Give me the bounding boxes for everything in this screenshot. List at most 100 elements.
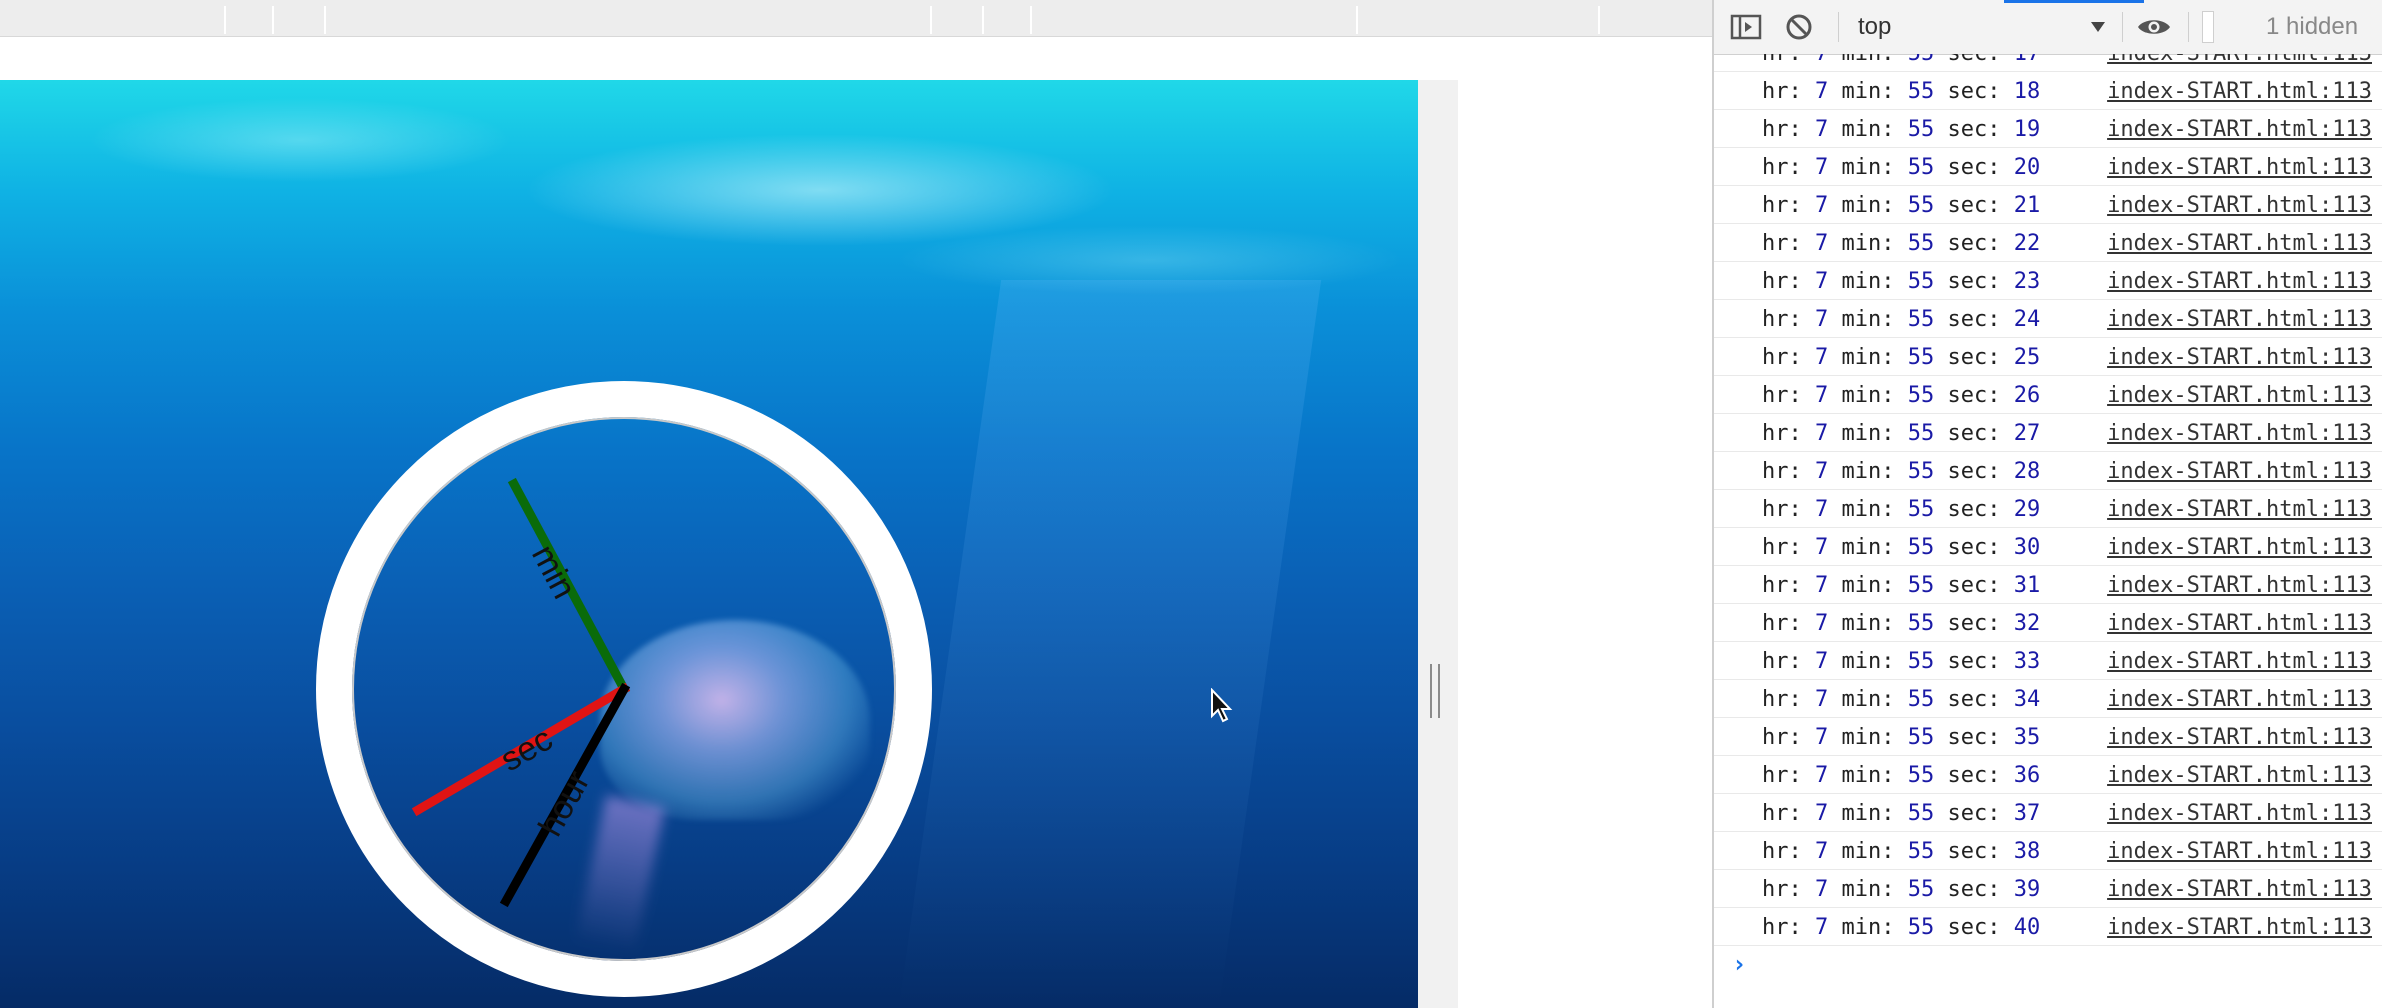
context-selector-label: top (1858, 13, 1892, 40)
minute-value: 55 (1907, 231, 1935, 256)
console-source-link[interactable]: index-START.html:113 (2107, 915, 2372, 940)
console-message: hr: 7 min: 55 sec: 28 (1762, 459, 2041, 484)
console-source-link[interactable]: index-START.html:113 (2107, 535, 2372, 560)
hour-value: 7 (1814, 307, 1829, 332)
console-message: hr: 7 min: 55 sec: 34 (1762, 687, 2041, 712)
second-value: 36 (2013, 763, 2041, 788)
console-source-link[interactable]: index-START.html:113 (2107, 877, 2372, 902)
hour-value: 7 (1814, 497, 1829, 522)
second-value: 21 (2013, 193, 2041, 218)
hour-value: 7 (1814, 421, 1829, 446)
console-row: hr: 7 min: 55 sec: 24 index-START.html:11… (1714, 300, 2382, 338)
sidebar-toggle-icon (1730, 14, 1762, 40)
minute-value: 55 (1907, 687, 1935, 712)
page-viewport: min sec hour (0, 0, 1712, 1008)
hour-value: 7 (1814, 801, 1829, 826)
second-value: 31 (2013, 573, 2041, 598)
console-source-link[interactable]: index-START.html:113 (2107, 193, 2372, 218)
hour-value: 7 (1814, 383, 1829, 408)
console-source-link[interactable]: index-START.html:113 (2107, 687, 2372, 712)
console-row: hr: 7 min: 55 sec: 36 index-START.html:11… (1714, 756, 2382, 794)
console-row: hr: 7 min: 55 sec: 40 index-START.html:11… (1714, 908, 2382, 946)
console-log[interactable]: hr: 7 min: 55 sec: 17 index-START.html:1… (1714, 54, 2382, 1008)
minute-value: 55 (1907, 801, 1935, 826)
console-row: hr: 7 min: 55 sec: 18 index-START.html:11… (1714, 72, 2382, 110)
console-source-link[interactable]: index-START.html:113 (2107, 839, 2372, 864)
devtools-panel: top 1 hidden hr: 7 min: 55 sec: 17 index… (1712, 0, 2382, 1008)
second-value: 18 (2013, 79, 2041, 104)
console-message: hr: 7 min: 55 sec: 21 (1762, 193, 2041, 218)
console-source-link[interactable]: index-START.html:113 (2107, 269, 2372, 294)
console-message: hr: 7 min: 55 sec: 38 (1762, 839, 2041, 864)
second-value: 37 (2013, 801, 2041, 826)
console-source-link[interactable]: index-START.html:113 (2107, 649, 2372, 674)
console-message: hr: 7 min: 55 sec: 33 (1762, 649, 2041, 674)
console-source-link[interactable]: index-START.html:113 (2107, 763, 2372, 788)
console-row: hr: 7 min: 55 sec: 29 index-START.html:11… (1714, 490, 2382, 528)
console-source-link[interactable]: index-START.html:113 (2107, 573, 2372, 598)
page-gutter (1418, 80, 1458, 1008)
console-message: hr: 7 min: 55 sec: 20 (1762, 155, 2041, 180)
console-source-link[interactable]: index-START.html:113 (2107, 421, 2372, 446)
second-value: 29 (2013, 497, 2041, 522)
hour-value: 7 (1814, 649, 1829, 674)
hour-value: 7 (1814, 345, 1829, 370)
console-source-link[interactable]: index-START.html:113 (2107, 801, 2372, 826)
panel-resize-handle[interactable] (1430, 664, 1440, 718)
console-message: hr: 7 min: 55 sec: 19 (1762, 117, 2041, 142)
console-message: hr: 7 min: 55 sec: 32 (1762, 611, 2041, 636)
filter-input[interactable] (2202, 0, 2214, 54)
console-toolbar: top 1 hidden (1714, 0, 2382, 55)
hour-value: 7 (1814, 269, 1829, 294)
second-value: 23 (2013, 269, 2041, 294)
console-source-link[interactable]: index-START.html:113 (2107, 79, 2372, 104)
console-source-link[interactable]: index-START.html:113 (2107, 231, 2372, 256)
dropdown-caret-icon (2091, 22, 2105, 32)
console-message: hr: 7 min: 55 sec: 17 (1762, 54, 2040, 66)
second-value: 25 (2013, 345, 2041, 370)
console-message: hr: 7 min: 55 sec: 18 (1762, 79, 2041, 104)
minute-value: 55 (1907, 421, 1935, 446)
console-source-link[interactable]: index-START.html:113 (2107, 459, 2372, 484)
console-row: hr: 7 min: 55 sec: 37 index-START.html:11… (1714, 794, 2382, 832)
minute-value: 55 (1907, 193, 1935, 218)
minute-value: 55 (1907, 117, 1935, 142)
console-source-link[interactable]: index-START.html:113 (2107, 54, 2372, 66)
context-selector[interactable]: top (1858, 0, 2106, 54)
console-source-link[interactable]: index-START.html:113 (2107, 155, 2372, 180)
console-message: hr: 7 min: 55 sec: 39 (1762, 877, 2041, 902)
console-source-link[interactable]: index-START.html:113 (2107, 307, 2372, 332)
console-row: hr: 7 min: 55 sec: 28 index-START.html:11… (1714, 452, 2382, 490)
hour-value: 7 (1814, 193, 1829, 218)
clear-console-icon (1786, 14, 1812, 40)
console-message: hr: 7 min: 55 sec: 36 (1762, 763, 2041, 788)
console-message: hr: 7 min: 55 sec: 35 (1762, 725, 2041, 750)
minute-value: 55 (1907, 459, 1935, 484)
clear-console-button[interactable] (1784, 0, 1814, 54)
console-source-link[interactable]: index-START.html:113 (2107, 117, 2372, 142)
hidden-messages-indicator[interactable]: 1 hidden (2266, 0, 2358, 54)
console-message: hr: 7 min: 55 sec: 30 (1762, 535, 2041, 560)
second-value: 27 (2013, 421, 2041, 446)
console-source-link[interactable]: index-START.html:113 (2107, 345, 2372, 370)
minute-value: 55 (1907, 383, 1935, 408)
second-value: 20 (2013, 155, 2041, 180)
console-prompt[interactable]: › (1714, 944, 2382, 988)
minute-value: 55 (1907, 763, 1935, 788)
console-source-link[interactable]: index-START.html:113 (2107, 383, 2372, 408)
live-expression-button[interactable] (2136, 0, 2172, 54)
console-source-link[interactable]: index-START.html:113 (2107, 497, 2372, 522)
console-source-link[interactable]: index-START.html:113 (2107, 611, 2372, 636)
sidebar-toggle-button[interactable] (1730, 0, 1762, 54)
second-value: 33 (2013, 649, 2041, 674)
console-row: hr: 7 min: 55 sec: 17 index-START.html:1… (1714, 54, 2382, 72)
minute-value: 55 (1907, 573, 1935, 598)
second-value: 39 (2013, 877, 2041, 902)
console-row: hr: 7 min: 55 sec: 26 index-START.html:11… (1714, 376, 2382, 414)
console-row: hr: 7 min: 55 sec: 25 index-START.html:11… (1714, 338, 2382, 376)
hour-value: 7 (1814, 915, 1829, 940)
console-source-link[interactable]: index-START.html:113 (2107, 725, 2372, 750)
console-message: hr: 7 min: 55 sec: 31 (1762, 573, 2041, 598)
console-row: hr: 7 min: 55 sec: 20 index-START.html:11… (1714, 148, 2382, 186)
mouse-cursor-icon (1211, 688, 1233, 723)
